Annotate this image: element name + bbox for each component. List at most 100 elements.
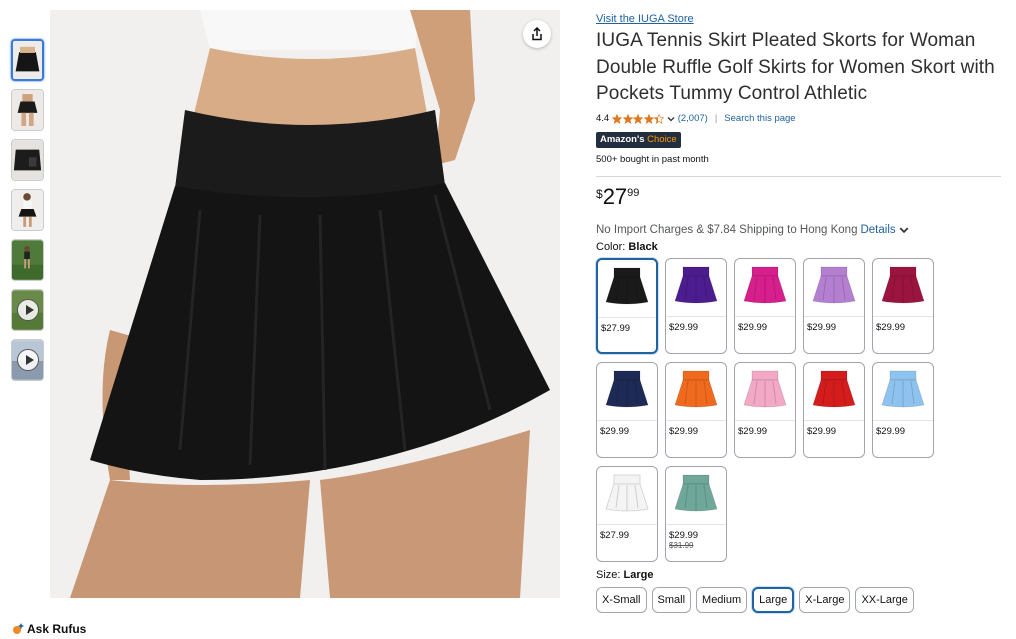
rufus-sparkle-icon xyxy=(13,623,24,634)
shipping-text: No Import Charges & $7.84 Shipping to Ho… xyxy=(596,223,858,236)
swatch-price: $29.99 xyxy=(669,321,699,333)
size-option-button[interactable]: Medium xyxy=(696,586,748,613)
color-swatch[interactable]: $29.99 xyxy=(665,257,727,354)
thumbnail-tennis-court[interactable] xyxy=(11,239,44,281)
color-swatch[interactable]: $29.99 xyxy=(872,257,934,354)
skirt-icon xyxy=(812,266,856,304)
swatch-image xyxy=(735,259,795,317)
star-icon xyxy=(654,113,665,124)
swatch-image xyxy=(873,259,933,317)
color-swatch-grid: $27.99 $29.99 $29.99 $29.99 $29.99 $29.99 $29.… xyxy=(596,257,1001,562)
color-swatch[interactable]: $27.99 xyxy=(596,257,658,354)
chevron-down-icon[interactable] xyxy=(667,115,675,123)
share-button[interactable] xyxy=(523,20,551,48)
skirt-icon xyxy=(605,370,649,408)
star-icon xyxy=(622,113,633,124)
ask-rufus-button[interactable]: Ask Rufus xyxy=(12,622,86,636)
thumbnail-list xyxy=(11,39,44,389)
size-option-button[interactable]: X-Small xyxy=(596,586,647,613)
skirt-icon xyxy=(605,267,649,305)
share-icon xyxy=(532,27,542,41)
color-swatch[interactable]: $29.99 xyxy=(734,257,796,354)
skirt-icon xyxy=(881,266,925,304)
price-symbol: $ xyxy=(596,186,603,201)
chevron-down-icon[interactable] xyxy=(899,225,909,235)
amazons-choice-badge[interactable]: Amazon's Choice xyxy=(596,131,681,148)
swatch-price: $29.99 xyxy=(600,425,630,437)
star-rating[interactable] xyxy=(612,113,665,124)
thumbnail-skirt-pocket[interactable] xyxy=(11,139,44,181)
product-info-panel: Visit the IUGA Store IUGA Tennis Skirt P… xyxy=(596,12,1001,613)
thumbnail-video-1[interactable] xyxy=(11,289,44,331)
ask-rufus-label: Ask Rufus xyxy=(27,622,87,636)
star-icon xyxy=(643,113,654,124)
size-option-button[interactable]: XX-Large xyxy=(855,586,914,613)
selected-size: Large xyxy=(623,568,654,581)
badge-main-text: Amazon's xyxy=(600,133,645,145)
swatch-image xyxy=(804,259,864,317)
skirt-icon xyxy=(674,370,718,408)
skirt-icon xyxy=(743,370,787,408)
swatch-price: $29.99 xyxy=(876,425,906,437)
color-swatch[interactable]: $29.99 $31.99 xyxy=(665,465,727,562)
swatch-image xyxy=(735,363,795,421)
star-icon xyxy=(633,113,644,124)
skirt-icon xyxy=(674,266,718,304)
color-swatch[interactable]: $29.99 xyxy=(803,257,865,354)
swatch-image xyxy=(598,260,656,318)
swatch-image xyxy=(666,259,726,317)
color-swatch[interactable]: $29.99 xyxy=(803,361,865,458)
swatch-image xyxy=(666,363,726,421)
color-swatch[interactable]: $27.99 xyxy=(596,465,658,562)
swatch-image xyxy=(804,363,864,421)
thumbnail-skirt-front[interactable] xyxy=(11,39,44,81)
swatch-image xyxy=(597,467,657,525)
review-count-link[interactable]: (2,007) xyxy=(678,113,708,124)
swatch-price: $29.99 xyxy=(876,321,906,333)
bought-count: 500+ bought in past month xyxy=(596,153,709,165)
swatch-image xyxy=(597,363,657,421)
swatch-image xyxy=(873,363,933,421)
swatch-price: $29.99 xyxy=(807,425,837,437)
search-page-link[interactable]: Search this page xyxy=(724,113,795,124)
skirt-icon xyxy=(881,370,925,408)
selected-color: Black xyxy=(628,240,658,253)
color-label-text: Color: xyxy=(596,240,626,253)
thumbnail-video-2[interactable] xyxy=(11,339,44,381)
swatch-price: $29.99 xyxy=(669,425,699,437)
thumbnail-skirt-back[interactable] xyxy=(11,89,44,131)
price: $ 27 99 xyxy=(596,183,1001,211)
size-option-button[interactable]: X-Large xyxy=(799,586,851,613)
swatch-old-price: $31.99 xyxy=(669,540,694,550)
size-options: X-Small Small Medium Large X-Large XX-Large xyxy=(596,586,1001,613)
main-product-image[interactable] xyxy=(50,10,560,598)
size-label-text: Size: xyxy=(596,568,621,581)
swatch-image xyxy=(666,467,726,525)
color-swatch[interactable]: $29.99 xyxy=(872,361,934,458)
badge-accent-text: Choice xyxy=(647,133,677,145)
swatch-price: $29.99 xyxy=(807,321,837,333)
color-swatch[interactable]: $29.99 xyxy=(596,361,658,458)
visit-store-link[interactable]: Visit the IUGA Store xyxy=(596,12,1001,26)
size-option-button[interactable]: Large xyxy=(752,586,795,613)
star-icon xyxy=(612,113,623,124)
shipping-info: No Import Charges & $7.84 Shipping to Ho… xyxy=(596,223,1001,237)
swatch-price: $29.99 xyxy=(669,529,699,541)
rating-row: 4.4 (2,007) | Search this page xyxy=(596,112,1001,126)
thumbnail-model-pose[interactable] xyxy=(11,189,44,231)
size-option-button[interactable]: Small xyxy=(651,586,692,613)
color-swatch[interactable]: $29.99 xyxy=(734,361,796,458)
color-label: Color: Black xyxy=(596,241,1001,255)
skirt-icon xyxy=(605,474,649,512)
swatch-price: $27.99 xyxy=(601,322,631,334)
swatch-price: $27.99 xyxy=(600,529,630,541)
color-swatch[interactable]: $29.99 xyxy=(665,361,727,458)
swatch-price: $29.99 xyxy=(738,321,768,333)
price-whole: 27 xyxy=(602,183,628,209)
product-title: IUGA Tennis Skirt Pleated Skorts for Wom… xyxy=(596,30,995,104)
skirt-icon xyxy=(812,370,856,408)
rating-value: 4.4 xyxy=(596,113,610,124)
play-icon xyxy=(16,349,39,371)
shipping-details-link[interactable]: Details xyxy=(860,224,895,236)
play-icon xyxy=(16,299,39,321)
